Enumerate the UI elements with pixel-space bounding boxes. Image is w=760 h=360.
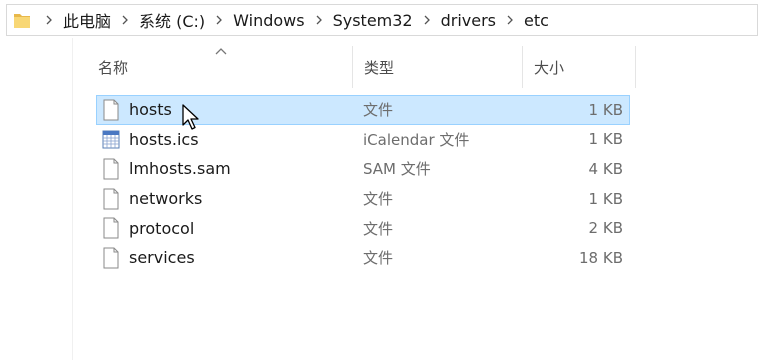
- chevron-right-icon[interactable]: [211, 12, 227, 28]
- chevron-right-icon[interactable]: [117, 12, 133, 28]
- file-size: 1 KB: [588, 100, 623, 119]
- file-size: 4 KB: [588, 159, 623, 178]
- file-name: hosts: [129, 100, 172, 120]
- file-explorer-window: 此电脑 系统 (C:) Windows System32 drivers etc…: [0, 0, 760, 360]
- column-headers: 名称 类型 大小: [86, 46, 636, 88]
- file-name: protocol: [129, 218, 195, 238]
- file-type: iCalendar 文件: [363, 130, 470, 149]
- file-name: lmhosts.sam: [129, 159, 231, 179]
- file-row-services[interactable]: services 文件 18 KB: [96, 243, 630, 273]
- file-type: 文件: [363, 219, 394, 238]
- file-icon: [103, 247, 119, 269]
- breadcrumb-this-pc[interactable]: 此电脑: [59, 8, 115, 32]
- file-size: 1 KB: [588, 130, 623, 149]
- file-row-networks[interactable]: networks 文件 1 KB: [96, 184, 630, 214]
- breadcrumb-system32[interactable]: System32: [329, 11, 417, 30]
- file-name: networks: [129, 189, 203, 209]
- file-row-lmhosts-sam[interactable]: lmhosts.sam SAM 文件 4 KB: [96, 154, 630, 184]
- folder-icon: [14, 14, 30, 28]
- file-type: SAM 文件: [363, 160, 431, 179]
- file-icon: [103, 158, 119, 180]
- file-list: hosts 文件 1 KB hosts.ics iCalendar 文件 1 K…: [96, 95, 630, 273]
- breadcrumb-windows[interactable]: Windows: [229, 11, 308, 30]
- chevron-right-icon[interactable]: [419, 12, 435, 28]
- file-name: hosts.ics: [129, 129, 199, 149]
- file-size: 2 KB: [588, 219, 623, 238]
- file-icon: [103, 188, 119, 210]
- navigation-pane-edge: [72, 38, 73, 360]
- breadcrumb-drive-c[interactable]: 系统 (C:): [135, 8, 209, 32]
- address-bar[interactable]: 此电脑 系统 (C:) Windows System32 drivers etc: [6, 4, 758, 36]
- file-row-hosts-ics[interactable]: hosts.ics iCalendar 文件 1 KB: [96, 125, 630, 155]
- breadcrumb-drivers[interactable]: drivers: [437, 11, 500, 30]
- calendar-file-icon: [102, 130, 120, 149]
- column-divider[interactable]: [635, 46, 636, 88]
- file-name: services: [129, 248, 195, 268]
- file-row-protocol[interactable]: protocol 文件 2 KB: [96, 213, 630, 243]
- file-icon: [103, 217, 119, 239]
- column-header-size[interactable]: 大小: [522, 46, 636, 88]
- file-type: 文件: [363, 249, 394, 268]
- chevron-right-icon[interactable]: [41, 12, 57, 28]
- column-header-type[interactable]: 类型: [352, 46, 522, 88]
- chevron-right-icon[interactable]: [502, 12, 518, 28]
- file-size: 18 KB: [579, 248, 623, 267]
- file-type: 文件: [363, 190, 394, 209]
- file-row-hosts[interactable]: hosts 文件 1 KB: [96, 95, 630, 125]
- file-icon: [103, 99, 119, 121]
- breadcrumb-etc[interactable]: etc: [520, 11, 553, 30]
- chevron-right-icon[interactable]: [311, 12, 327, 28]
- file-type: 文件: [363, 101, 394, 120]
- file-size: 1 KB: [588, 189, 623, 208]
- column-header-name[interactable]: 名称: [86, 46, 352, 88]
